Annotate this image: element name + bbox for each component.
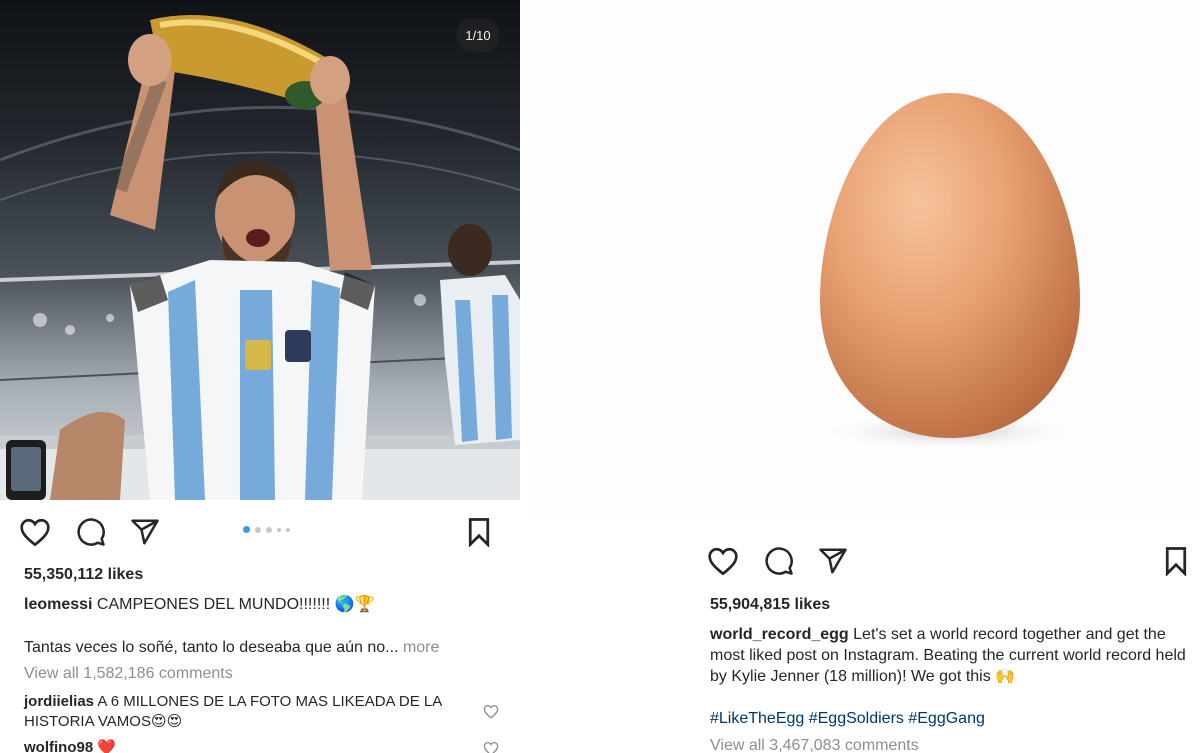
comment-button[interactable]: [72, 513, 110, 551]
bookmark-icon: [1165, 547, 1187, 576]
comment-button[interactable]: [760, 542, 798, 580]
heart-icon: [708, 547, 738, 576]
post-photo-messi-trophy[interactable]: 1/10: [0, 0, 520, 500]
egg-illustration: [820, 93, 1080, 450]
post-caption: leomessi CAMPEONES DEL MUNDO!!!!!!! 🌎🏆: [24, 594, 504, 615]
save-button[interactable]: [460, 513, 498, 551]
photo-illustration: [0, 15, 520, 500]
paper-plane-icon: [819, 548, 847, 574]
like-button[interactable]: [16, 513, 54, 551]
caption-username[interactable]: world_record_egg: [710, 626, 849, 643]
more-link[interactable]: more: [399, 639, 439, 656]
comment-like-heart-icon[interactable]: [483, 741, 499, 753]
comment-item: wolfino98 ❤️: [24, 738, 444, 753]
comment-like-heart-icon[interactable]: [483, 704, 499, 719]
comment-username[interactable]: jordiielias: [24, 693, 94, 710]
view-all-comments-link[interactable]: View all 1,582,186 comments: [24, 665, 233, 683]
comment-item: jordiielias A 6 MILLONES DE LA FOTO MAS …: [24, 692, 444, 732]
like-count[interactable]: 55,904,815 likes: [710, 596, 830, 614]
post-actions: [16, 513, 164, 551]
post-actions: [704, 542, 852, 580]
carousel-dot: [255, 526, 261, 533]
post-caption: world_record_egg Let's set a world recor…: [710, 624, 1192, 687]
save-button[interactable]: [1157, 542, 1195, 580]
comment-bubble-icon: [77, 518, 105, 546]
panel-divider: [520, 0, 532, 753]
caption-continued: Tantas veces lo soñé, tanto lo deseaba q…: [24, 637, 514, 658]
share-button[interactable]: [814, 542, 852, 580]
comment-text: ❤️: [93, 739, 117, 753]
like-count[interactable]: 55,350,112 likes: [24, 566, 143, 584]
heart-icon: [20, 518, 50, 547]
bookmark-icon: [468, 518, 490, 547]
post-photo-egg[interactable]: [532, 0, 1200, 520]
paper-plane-icon: [131, 519, 159, 545]
caption-username[interactable]: leomessi: [24, 596, 92, 613]
carousel-dot: [277, 527, 281, 532]
view-all-comments-link[interactable]: View all 3,467,083 comments: [710, 737, 919, 753]
carousel-dot: [286, 527, 290, 532]
image-counter: 1/10: [456, 18, 500, 52]
share-button[interactable]: [126, 513, 164, 551]
messi-post: 1/10 55,350,112 likes leomessi CAMPEONES…: [0, 0, 520, 753]
comment-bubble-icon: [765, 547, 793, 575]
caption-text: CAMPEONES DEL MUNDO!!!!!!! 🌎🏆: [92, 596, 375, 613]
egg-post: 55,904,815 likes world_record_egg Let's …: [532, 0, 1200, 753]
carousel-dot: [266, 526, 272, 533]
carousel-indicator: [243, 526, 290, 533]
comment-username[interactable]: wolfino98: [24, 739, 93, 753]
post-hashtags[interactable]: #LikeTheEgg #EggSoldiers #EggGang: [710, 708, 1190, 729]
carousel-dot: [243, 526, 250, 533]
like-button[interactable]: [704, 542, 742, 580]
caption-more-text: Tantas veces lo soñé, tanto lo deseaba q…: [24, 639, 399, 656]
